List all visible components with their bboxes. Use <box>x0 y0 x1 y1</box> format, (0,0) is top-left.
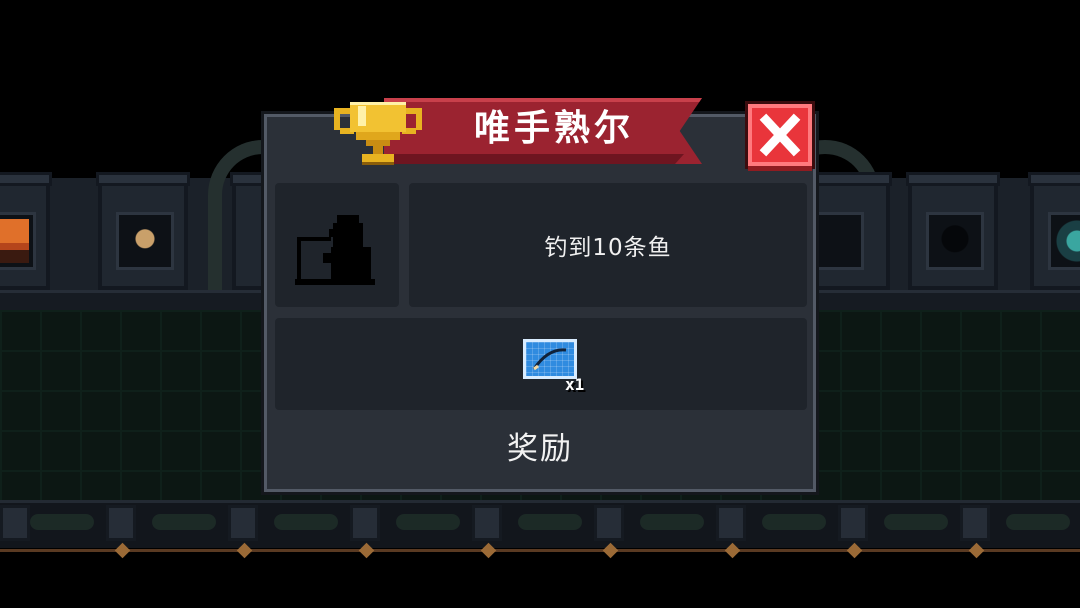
rail-post <box>228 505 258 541</box>
rail-post <box>716 505 746 541</box>
reward-quantity: x1 <box>565 375 585 394</box>
reward-panel: x1 <box>275 318 807 410</box>
glove-trophy-icon <box>116 212 174 270</box>
rail-slot <box>274 514 338 530</box>
display-pedestal <box>0 172 52 290</box>
locked-orb-silhouette-icon <box>926 212 984 270</box>
rail-post <box>106 505 136 541</box>
display-pedestal <box>96 172 190 290</box>
reward-label: 奖励 <box>507 431 573 467</box>
rail-line <box>0 549 1080 552</box>
achievement-description: 钓到10条鱼 <box>544 235 672 261</box>
rail-post <box>350 505 380 541</box>
fishing-rod-blueprint-icon <box>523 339 577 379</box>
achievement-title: 唯手熟尔 <box>473 108 634 149</box>
close-x-icon <box>759 113 801 157</box>
rail-slot <box>518 514 582 530</box>
display-pedestal <box>906 172 1000 290</box>
rail-slot <box>640 514 704 530</box>
rail-post <box>960 505 990 541</box>
rail-slot <box>762 514 826 530</box>
banner-shade <box>384 154 684 164</box>
gold-trophy-icon <box>330 98 426 170</box>
achievement-description-panel: 钓到10条鱼 <box>409 183 807 307</box>
sunset-painting-icon <box>0 212 36 270</box>
rail-slot <box>1006 514 1070 530</box>
rail-slot <box>152 514 216 530</box>
rail-slot <box>30 514 94 530</box>
rail-slot <box>884 514 948 530</box>
reward-item[interactable]: x1 <box>523 339 584 394</box>
rail-post <box>472 505 502 541</box>
rail-post <box>594 505 624 541</box>
rail-slot <box>396 514 460 530</box>
achievement-dialog: 钓到10条鱼 x1 奖励 <box>264 114 816 492</box>
creature-emblem-icon <box>1048 212 1080 270</box>
display-pedestal <box>1028 172 1080 290</box>
fisherman-silhouette-icon <box>295 215 375 285</box>
close-button[interactable] <box>748 104 812 166</box>
title-banner: 唯手熟尔 <box>384 98 702 164</box>
rail-post <box>0 505 30 541</box>
achievement-icon-panel <box>275 183 399 307</box>
rail-post <box>838 505 868 541</box>
